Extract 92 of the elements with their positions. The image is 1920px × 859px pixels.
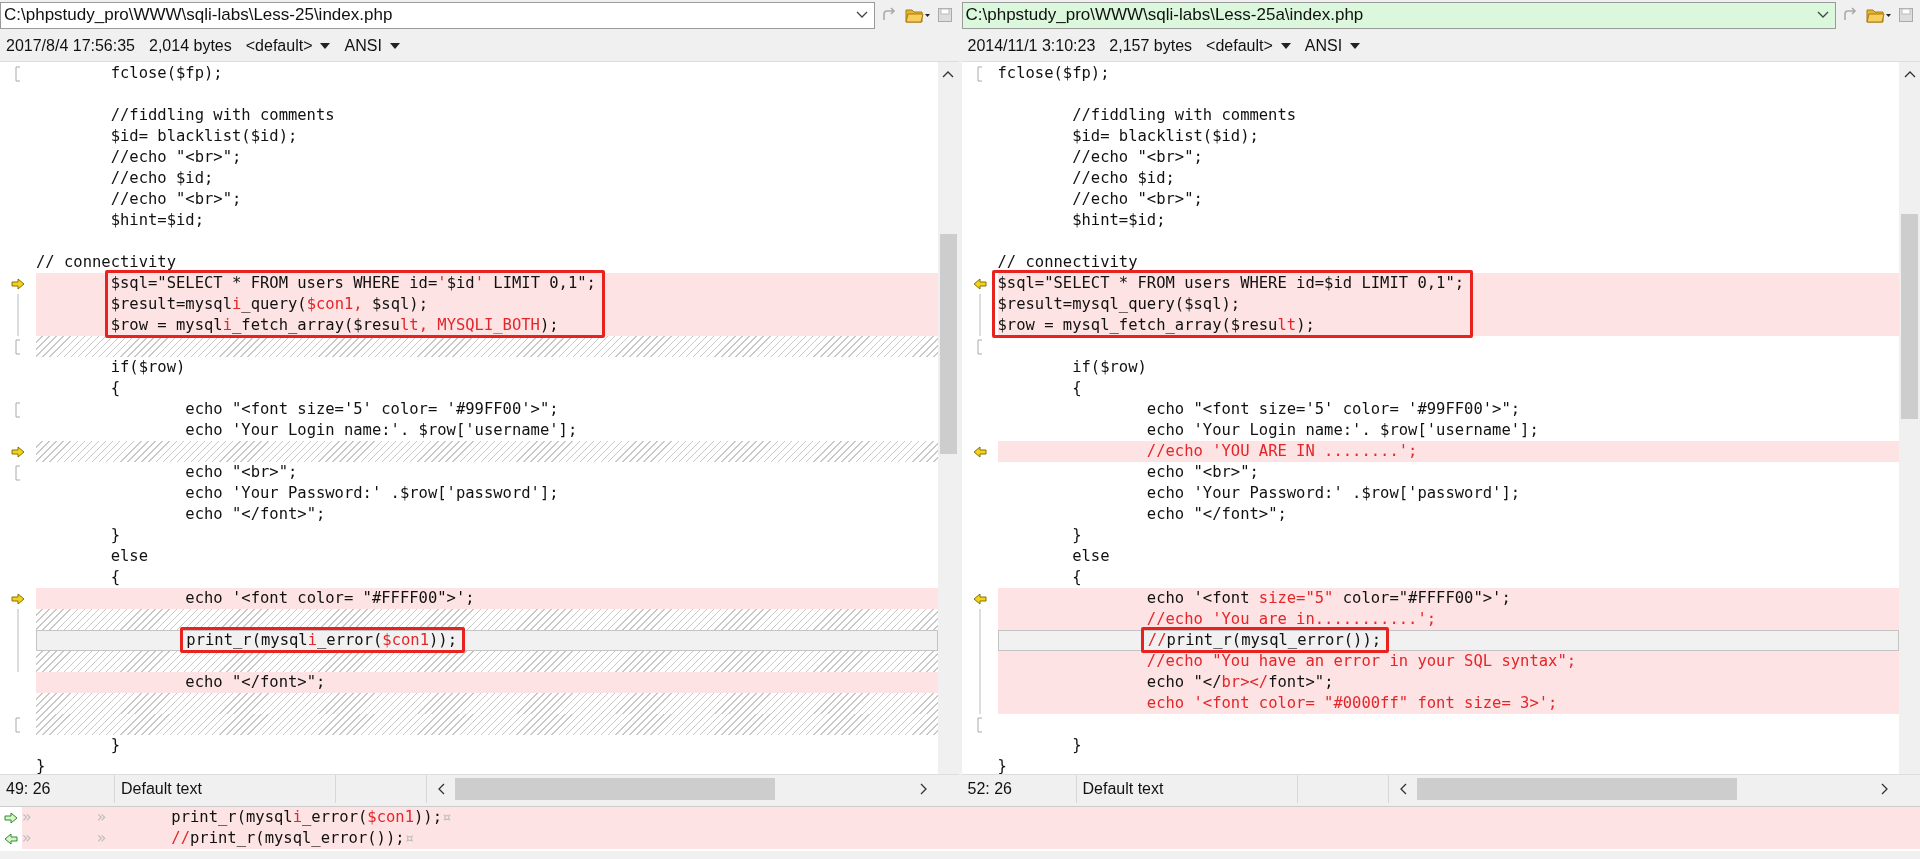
code-line: if($row): [110, 358, 186, 376]
code-line: //echo 'You are in...........';: [1146, 610, 1437, 628]
code-line: $sql="SELECT * FROM users WHERE id=$id LIMIT 0,1";: [997, 274, 1465, 292]
file-path-field[interactable]: C:\phpstudy_pro\WWW\sqli-labs\Less-25a\index.php: [961, 1, 1836, 29]
code-line: {: [110, 568, 120, 586]
chevron-right-icon[interactable]: [1881, 783, 1889, 795]
folder-icon[interactable]: [1866, 6, 1892, 24]
code-line: //echo "<br>";: [1072, 190, 1203, 208]
code-line: echo "<br>";: [1146, 463, 1259, 481]
code-line: $id= blacklist($id);: [1072, 127, 1259, 145]
chevron-up-icon[interactable]: [1903, 70, 1916, 78]
encoding-dropdown[interactable]: ANSI: [1304, 36, 1361, 55]
chevron-down-icon: [1817, 11, 1829, 19]
cursor-position: 49: 26: [0, 775, 115, 803]
arrow-right-icon: [4, 811, 18, 824]
code-line: echo 'Your Password:' .$row['password'];: [1146, 484, 1521, 502]
code-line: {: [1072, 379, 1082, 397]
text-style-label: Default text: [1076, 775, 1298, 803]
caret-icon: [1280, 42, 1291, 49]
file-size: 2,157 bytes: [1109, 36, 1193, 55]
file-size: 2,014 bytes: [149, 36, 232, 55]
file-date: 2014/11/1 3:10:23: [967, 36, 1096, 55]
encoding-dropdown[interactable]: ANSI: [344, 36, 400, 55]
code-line: }: [110, 736, 120, 754]
code-line: //echo $id;: [1072, 169, 1175, 187]
code-line: {: [1072, 568, 1082, 586]
chevron-left-icon[interactable]: [437, 783, 445, 795]
code-line: echo "</br></font>";: [1146, 673, 1334, 691]
code-line: echo "</font>";: [185, 673, 326, 691]
code-line: // connectivity: [36, 253, 176, 271]
code-line: fclose($fp);: [110, 64, 223, 82]
scrollbar-thumb[interactable]: [1901, 214, 1918, 419]
code-line: $result=mysql_query($sql);: [997, 295, 1241, 313]
code-line: $row = mysql_fetch_array($result);: [997, 316, 1315, 334]
code-line: echo '<font size="5" color="#FFFF00">';: [1146, 589, 1511, 607]
code-line: $result=mysqli_query($con1, $sql);: [110, 295, 428, 313]
code-line: echo 'Your Login name:'. $row['username'];: [185, 421, 578, 439]
chevron-down-icon: [855, 11, 868, 19]
code-line: if($row): [1072, 358, 1147, 376]
code-line: $id= blacklist($id);: [110, 127, 298, 145]
code-line: //print_r(mysql_error());: [1147, 631, 1382, 649]
code-line: fclose($fp);: [997, 64, 1110, 82]
code-line: {: [110, 379, 120, 397]
code-line: echo "</font>";: [1146, 505, 1287, 523]
code-line: print_r(mysqli_error($con1));: [186, 631, 457, 649]
caret-icon: [320, 42, 331, 49]
code-line: //echo "You have an error in your SQL syntax";: [1146, 652, 1577, 670]
code-line: }: [110, 526, 120, 544]
code-line: }: [1072, 526, 1082, 544]
code-line: else: [110, 547, 148, 565]
chevron-left-icon[interactable]: [1398, 783, 1407, 795]
code-line: $sql="SELECT * FROM users WHERE id='$id' LIMIT 0,1";: [110, 274, 596, 292]
code-line: }: [36, 757, 46, 774]
arrow-left-icon: [4, 832, 18, 845]
chevron-up-icon[interactable]: [942, 70, 954, 78]
code-line: $row = mysqli_fetch_array($result, MYSQLI_BOTH);: [110, 316, 559, 334]
caret-icon: [1350, 42, 1361, 49]
file-date: 2017/8/4 17:56:35: [6, 36, 135, 55]
caret-icon: [389, 42, 400, 49]
code-line: }: [1072, 736, 1082, 754]
code-line: }: [997, 757, 1007, 774]
code-line: echo 'Your Login name:'. $row['username'];: [1146, 421, 1539, 439]
code-line: //echo 'YOU ARE IN ........';: [1146, 442, 1418, 460]
code-line: //echo "<br>";: [110, 190, 242, 208]
file-path-field[interactable]: C:\phpstudy_pro\WWW\sqli-labs\Less-25\index.php: [0, 1, 875, 29]
code-line: //fiddling with comments: [1072, 106, 1297, 124]
codepage-dropdown[interactable]: <default>: [245, 36, 331, 55]
code-line: $hint=$id;: [110, 211, 204, 229]
code-line: echo "</font>";: [185, 505, 326, 523]
code-line: echo "<font size='5' color= '#99FF00'>";: [185, 400, 559, 418]
code-line: echo '<font color= "#0000ff" font size= 3>';: [1146, 694, 1558, 712]
code-line: else: [1072, 547, 1110, 565]
code-line: $hint=$id;: [1072, 211, 1166, 229]
scrollbar-thumb[interactable]: [939, 234, 957, 454]
code-line: echo "<font size='5' color= '#99FF00'>";: [1146, 400, 1521, 418]
chevron-right-icon[interactable]: [919, 783, 928, 795]
code-line: echo '<font color= "#FFFF00">';: [185, 589, 475, 607]
code-line: echo "<br>";: [185, 463, 298, 481]
code-line: //fiddling with comments: [110, 106, 335, 124]
code-line: // connectivity: [997, 253, 1138, 271]
text-style-label: Default text: [115, 775, 336, 803]
code-line: //echo $id;: [110, 169, 214, 187]
code-line: //echo "<br>";: [1072, 148, 1203, 166]
folder-icon[interactable]: [904, 6, 931, 24]
codepage-dropdown[interactable]: <default>: [1206, 36, 1291, 55]
scrollbar-thumb[interactable]: [1416, 778, 1737, 800]
vertical-scrollbar[interactable]: [1899, 62, 1920, 774]
cursor-position: 52: 26: [961, 775, 1077, 803]
vertical-scrollbar[interactable]: [937, 62, 959, 774]
code-line: echo 'Your Password:' .$row['password'];: [185, 484, 559, 502]
code-line: //echo "<br>";: [110, 148, 242, 166]
scrollbar-thumb[interactable]: [455, 778, 775, 800]
